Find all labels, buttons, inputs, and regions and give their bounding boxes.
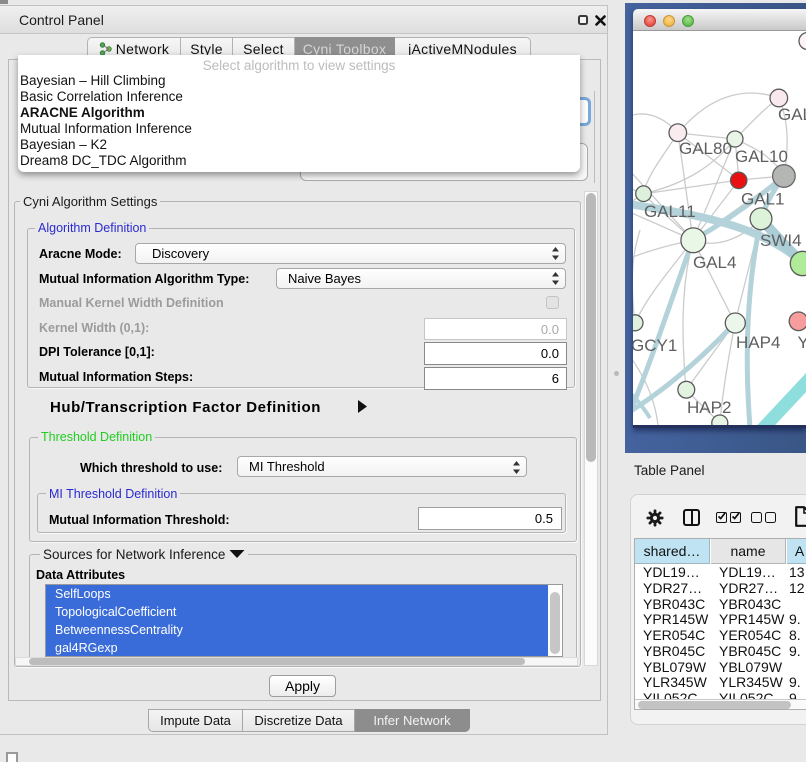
svg-text:GAL2: GAL2 xyxy=(778,105,806,124)
svg-text:GCY1: GCY1 xyxy=(633,336,677,355)
svg-text:GAL11: GAL11 xyxy=(644,202,696,221)
svg-text:GAL10: GAL10 xyxy=(735,147,788,166)
svg-text:YJR: YJR xyxy=(798,333,806,352)
svg-text:GAL1: GAL1 xyxy=(741,190,784,209)
svg-text:HAP4: HAP4 xyxy=(736,333,780,352)
svg-text:GAL80: GAL80 xyxy=(679,139,732,158)
svg-text:GAL4: GAL4 xyxy=(693,253,736,272)
svg-text:HAP2: HAP2 xyxy=(687,398,731,417)
svg-text:SWI4: SWI4 xyxy=(760,231,802,250)
